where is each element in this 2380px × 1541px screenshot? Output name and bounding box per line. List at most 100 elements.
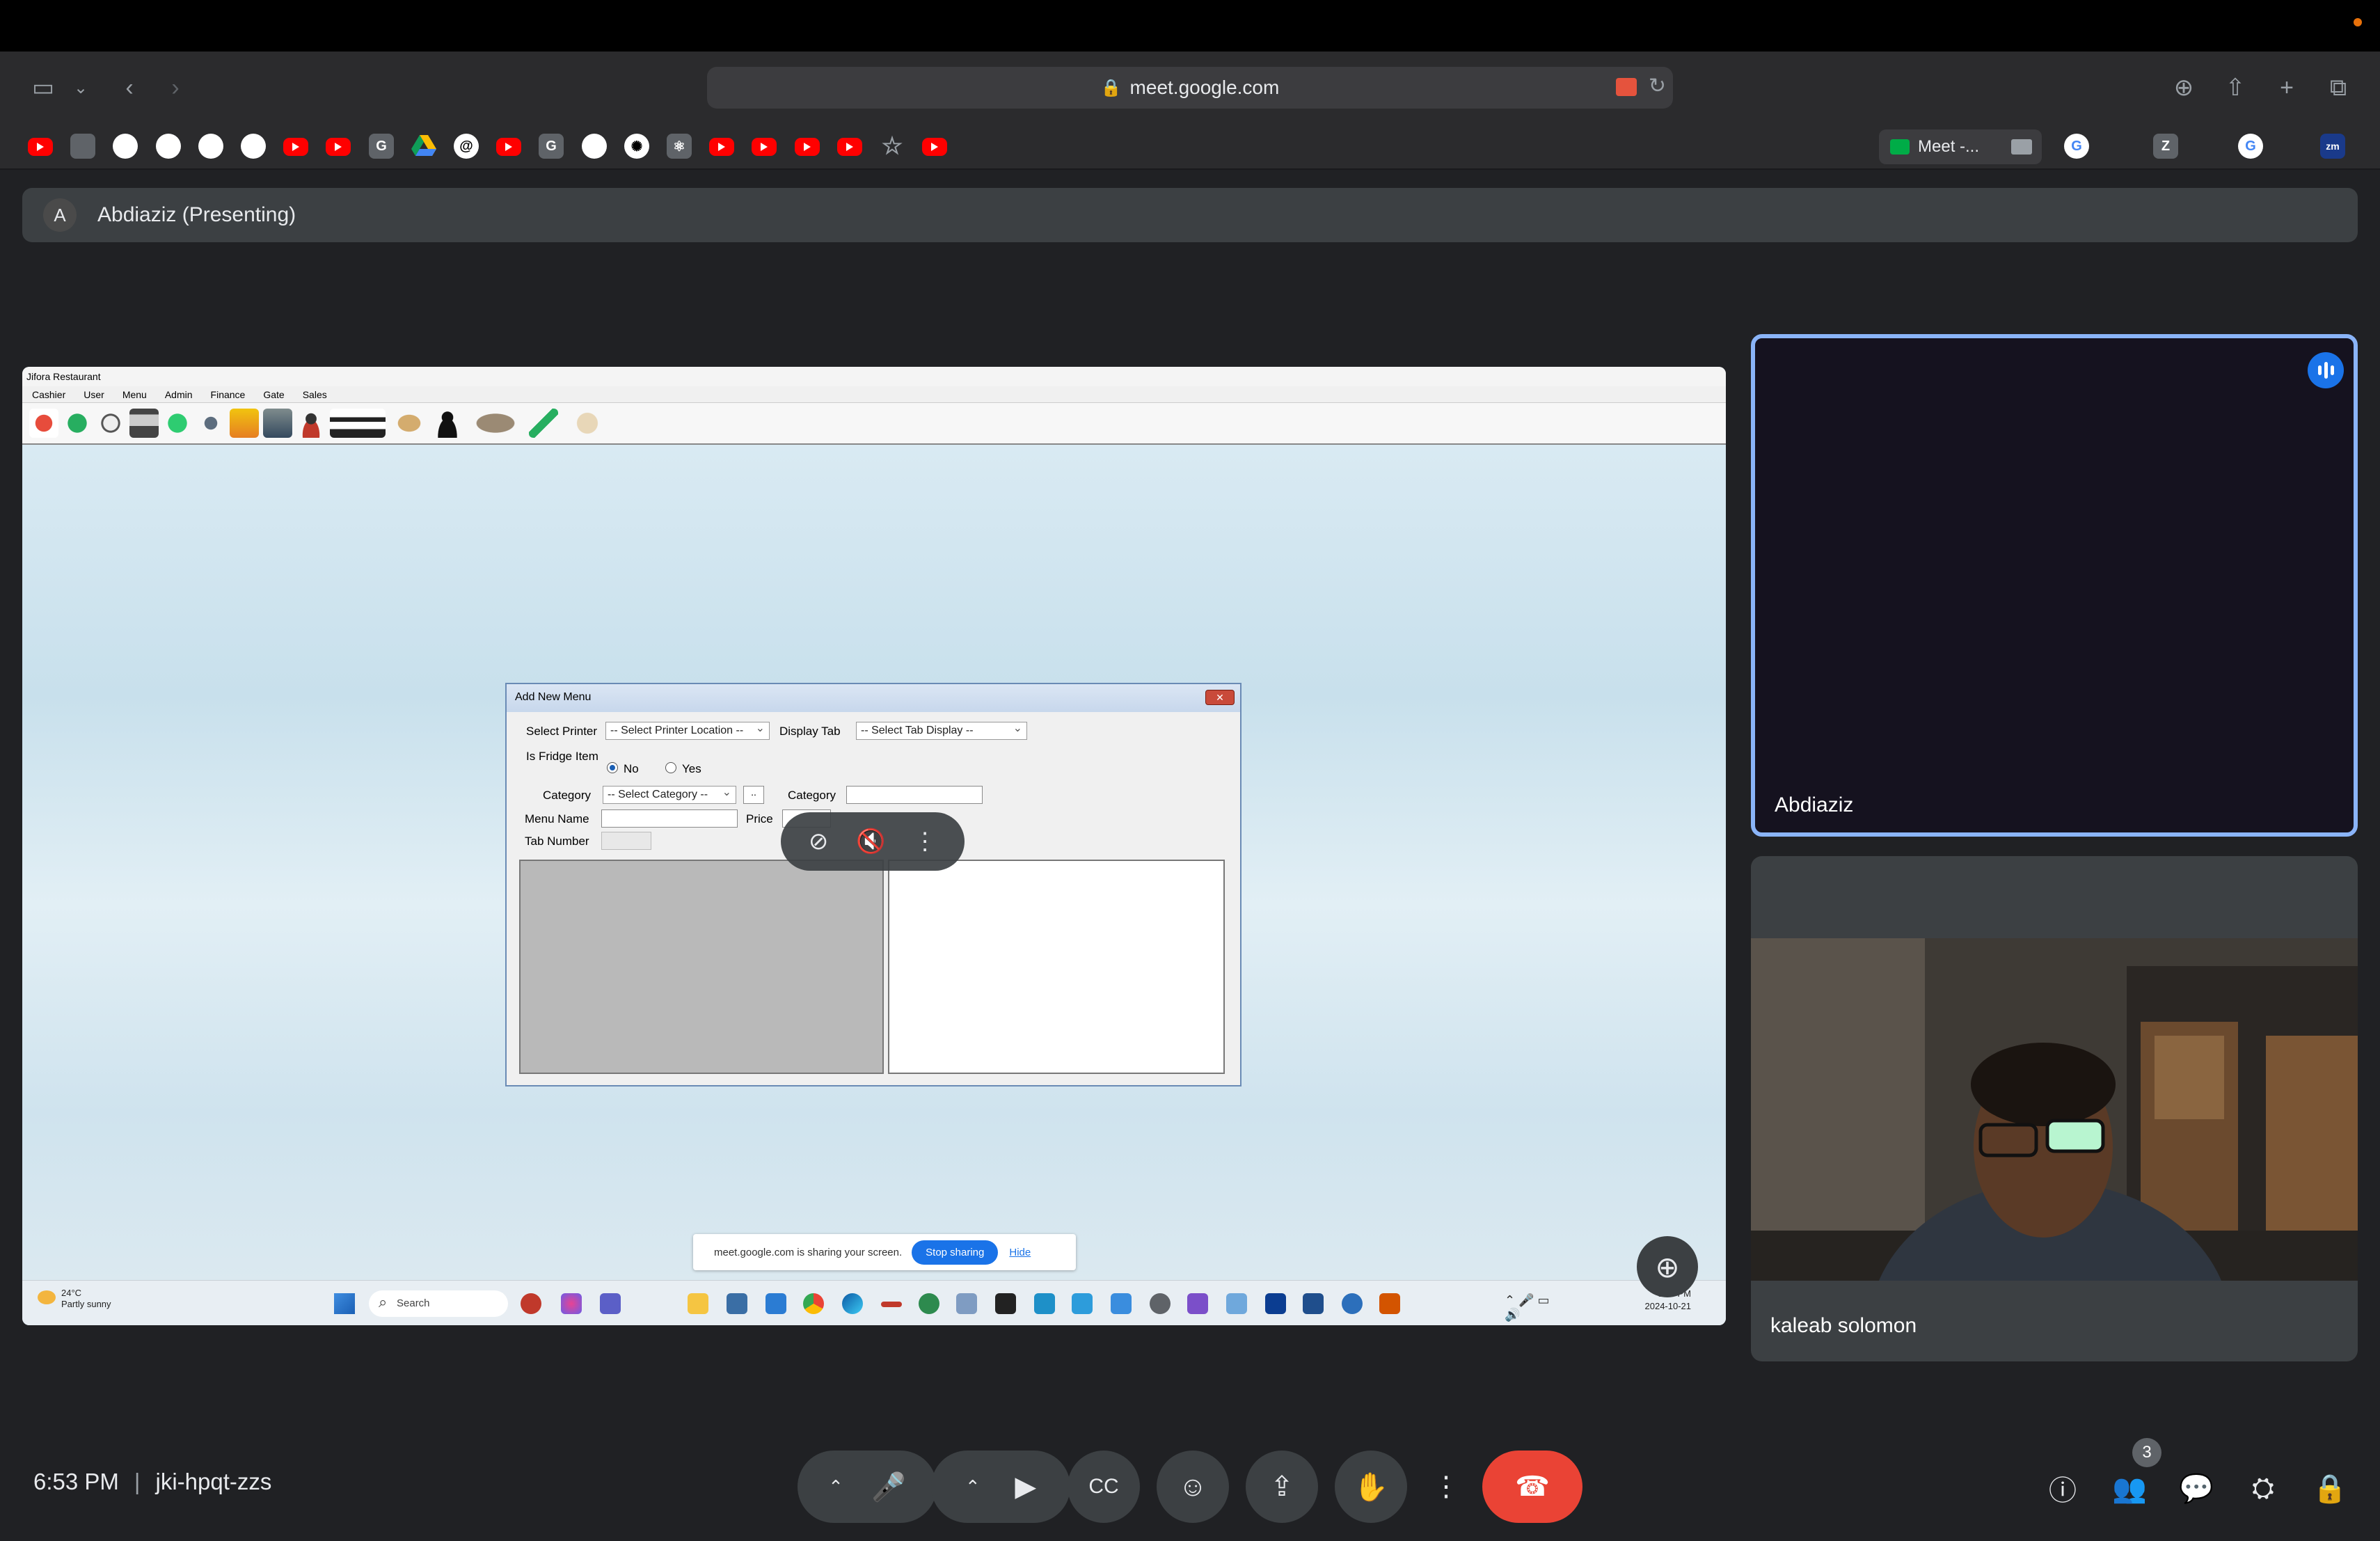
food-icon[interactable] [390, 409, 429, 438]
pen-icon[interactable] [881, 1302, 902, 1307]
github-icon[interactable] [113, 134, 138, 159]
windows-start-icon[interactable] [334, 1293, 355, 1314]
participant-tile-kaleab[interactable]: kaleab solomon [1751, 856, 2358, 1361]
star-icon[interactable]: ☆ [880, 133, 905, 159]
emoji-button[interactable]: ☺ [1157, 1451, 1229, 1523]
app-icon[interactable] [1265, 1293, 1286, 1314]
grammarly-icon[interactable]: G [369, 134, 394, 159]
shared-screen[interactable]: Jifora Restaurant Cashier User Menu Admi… [22, 367, 1726, 1325]
dollar-icon[interactable] [163, 409, 192, 438]
taskbar-search[interactable]: Search [369, 1290, 508, 1317]
threads-icon[interactable]: @ [454, 134, 479, 159]
youtube-icon[interactable] [28, 138, 53, 156]
mail-icon[interactable] [765, 1293, 786, 1314]
sketch-icon[interactable] [1072, 1293, 1093, 1314]
github-icon[interactable] [198, 134, 223, 159]
telegram-icon[interactable] [1034, 1293, 1055, 1314]
mail-icon[interactable] [230, 409, 259, 438]
raise-hand-button[interactable]: ✋ [1335, 1451, 1407, 1523]
youtube-icon[interactable] [283, 138, 308, 156]
tab-number-input[interactable] [601, 832, 651, 850]
printer-icon[interactable] [129, 409, 159, 438]
teams-icon[interactable] [600, 1293, 621, 1314]
back-button[interactable]: ‹ [111, 70, 148, 106]
weather-widget[interactable]: 24°C Partly sunny [38, 1288, 111, 1310]
tab-google-meet[interactable]: Meet -... [1879, 129, 2042, 164]
github-icon[interactable] [241, 134, 266, 159]
handshake-icon[interactable] [466, 409, 525, 438]
menu-item-sales[interactable]: Sales [303, 389, 327, 400]
google-icon[interactable]: G [2238, 134, 2263, 159]
leave-call-button[interactable]: ☎ [1482, 1451, 1582, 1523]
app-icon[interactable] [1226, 1293, 1247, 1314]
display-tab-select[interactable]: -- Select Tab Display -- [856, 721, 1027, 740]
chat-icon[interactable]: 💬 [2175, 1467, 2217, 1509]
settings-icon[interactable] [1150, 1293, 1171, 1314]
audio-options-chevron-icon[interactable]: ⌃ [828, 1476, 843, 1498]
photos-icon[interactable] [956, 1293, 977, 1314]
camera-in-use-icon[interactable] [1616, 78, 1637, 96]
menu-item-gate[interactable]: Gate [263, 389, 284, 400]
radio-no[interactable] [607, 762, 618, 773]
stop-sharing-button[interactable]: Stop sharing [912, 1240, 999, 1265]
menu-item-menu[interactable]: Menu [122, 389, 147, 400]
app-hs-icon[interactable] [919, 1293, 939, 1314]
share-icon[interactable]: ⇧ [2217, 70, 2253, 106]
radio-yes[interactable] [665, 762, 676, 773]
store-icon[interactable] [727, 1293, 747, 1314]
captions-button[interactable]: CC [1068, 1451, 1140, 1523]
category-input[interactable] [846, 786, 983, 804]
menu-item-admin[interactable]: Admin [165, 389, 193, 400]
edge-icon[interactable] [842, 1293, 863, 1314]
youtube-icon[interactable] [326, 138, 351, 156]
zoom-icon[interactable]: zm [2320, 134, 2345, 159]
youtube-icon[interactable] [709, 138, 734, 156]
mute-presentation-icon[interactable]: 🔇 [856, 828, 885, 855]
reload-icon[interactable]: ↻ [1649, 74, 1666, 98]
hand-icon[interactable] [196, 409, 225, 438]
calendar-app-icon[interactable] [70, 134, 95, 159]
more-options-button[interactable]: ⋮ [1428, 1451, 1464, 1523]
waiter-icon[interactable] [296, 409, 326, 438]
menu-item-cashier[interactable]: Cashier [32, 389, 65, 400]
back-arrow-icon[interactable] [529, 409, 558, 438]
sms-icon[interactable] [263, 409, 292, 438]
new-tab-icon[interactable]: + [2269, 70, 2305, 106]
youtube-icon[interactable] [795, 138, 820, 156]
youtube-icon[interactable] [922, 138, 947, 156]
chatgpt-icon[interactable]: ✺ [624, 134, 649, 159]
search-highlight-icon[interactable] [521, 1293, 541, 1314]
system-tray-icons[interactable]: ⌃ 🎤 ▭ 🔊 [1505, 1293, 1567, 1322]
host-controls-icon[interactable]: 🔒 [2309, 1467, 2351, 1509]
app-icon[interactable] [1342, 1293, 1363, 1314]
present-button[interactable]: ⇪ [1246, 1451, 1318, 1523]
zlibrary-icon[interactable]: Z [2153, 134, 2178, 159]
copilot-icon[interactable] [561, 1293, 582, 1314]
staff-icon[interactable] [562, 409, 612, 438]
zoom-in-button[interactable]: ⊕ [1637, 1236, 1698, 1297]
downloads-icon[interactable]: ⊕ [2166, 70, 2202, 106]
terminal-icon[interactable] [995, 1293, 1016, 1314]
file-explorer-icon[interactable] [688, 1293, 708, 1314]
youtube-icon[interactable] [752, 138, 777, 156]
video-options-chevron-icon[interactable]: ⌃ [965, 1476, 981, 1498]
menu-list-panel[interactable] [519, 860, 884, 1074]
grammarly-icon[interactable]: G [539, 134, 564, 159]
chrome-icon[interactable] [803, 1293, 824, 1314]
people-icon[interactable]: 👥 [2109, 1467, 2150, 1509]
activities-icon[interactable]: ⛭ [2242, 1467, 2284, 1509]
menu-item-finance[interactable]: Finance [211, 389, 246, 400]
visual-studio-icon[interactable] [1187, 1293, 1208, 1314]
google-drive-icon[interactable] [411, 134, 436, 159]
menu-item-user[interactable]: User [84, 389, 104, 400]
github-icon[interactable] [582, 134, 607, 159]
category-select[interactable]: -- Select Category -- [603, 785, 736, 804]
meeting-details-icon[interactable]: ⓘ [2042, 1467, 2084, 1509]
close-button[interactable]: ✕ [1205, 690, 1235, 705]
notepad-icon[interactable] [1111, 1293, 1132, 1314]
hide-link[interactable]: Hide [1009, 1247, 1031, 1258]
github-icon[interactable] [156, 134, 181, 159]
refresh-icon[interactable] [63, 409, 92, 438]
youtube-icon[interactable] [496, 138, 521, 156]
menu-name-input[interactable] [601, 809, 738, 828]
